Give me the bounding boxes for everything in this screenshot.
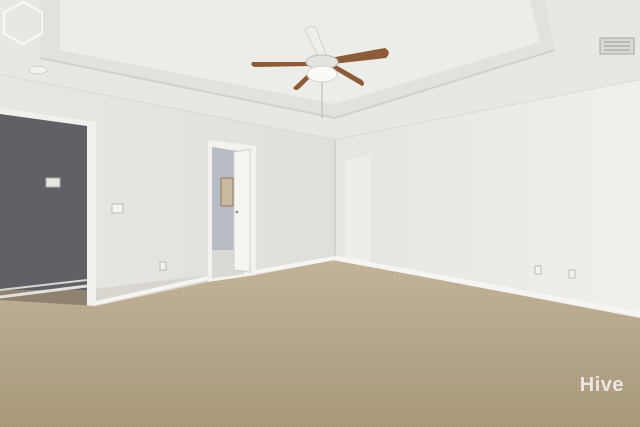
watermark-hexagon-icon bbox=[3, 0, 43, 46]
light-switch-dark bbox=[45, 177, 61, 188]
room-photo: Hive bbox=[0, 0, 640, 427]
outlet-right-1 bbox=[534, 265, 542, 275]
smoke-detector bbox=[28, 65, 48, 75]
hallway-picture bbox=[220, 177, 234, 207]
outlet-left bbox=[159, 261, 167, 271]
open-door bbox=[233, 148, 251, 273]
door-knob bbox=[235, 210, 239, 214]
light-switch bbox=[111, 203, 124, 214]
wall-light-streak bbox=[345, 156, 370, 262]
fan-light bbox=[306, 65, 338, 83]
watermark-logo: Hive bbox=[579, 374, 624, 396]
outlet-right-2 bbox=[568, 269, 576, 279]
room-illustration bbox=[0, 0, 640, 427]
left-doorway-opening bbox=[0, 114, 87, 290]
